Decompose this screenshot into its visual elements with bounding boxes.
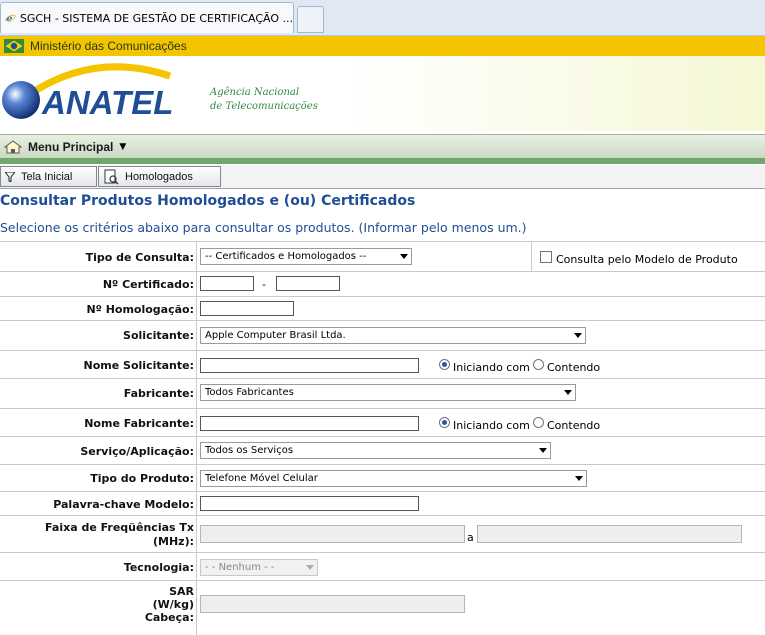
servico-label: Serviço/Aplicação: [80,445,194,458]
num-homologacao-input[interactable] [200,301,294,316]
num-homologacao-label: Nº Homologação: [86,303,194,316]
solicitante-value: Apple Computer Brasil Ltda. [205,330,346,341]
site-header: ANATEL Agência Nacional de Telecomunicaç… [0,56,765,131]
row-num-homologacao: Nº Homologação: [0,296,765,320]
sar-label-line3: Cabeça: [144,611,194,624]
nome-solicitante-contendo-label: Contendo [547,361,601,374]
tecnologia-value: - - Nenhum - - [205,562,275,573]
home-screen-label: Tela Inicial [21,170,73,183]
faixa-freq-label-line1: Faixa de Freqüências Tx [45,521,194,534]
num-certificado-input-1[interactable] [200,276,254,291]
faixa-freq-max-input[interactable] [477,525,742,543]
sar-label: SAR (W/kg) Cabeça: [0,585,196,624]
homologados-label: Homologados [125,170,193,183]
tipo-consulta-value: -- Certificados e Homologados -- [205,251,367,262]
page-title: Consultar Produtos Homologados e (ou) Ce… [0,193,416,209]
faixa-freq-separator: a [467,531,474,544]
nome-fabricante-contendo-radio[interactable] [533,417,544,428]
row-tipo-consulta: Tipo de Consulta: -- Certificados e Homo… [0,241,765,272]
agency-line-2: de Telecomunicações [210,101,318,112]
faixa-freq-min-input[interactable] [200,525,465,543]
chevron-down-icon [564,390,572,395]
row-faixa-frequencias: Faixa de Freqüências Tx (MHz): a [0,515,765,552]
agency-name: Agência Nacional de Telecomunicações [210,86,318,114]
sar-input[interactable] [200,595,465,613]
nome-solicitante-contendo-radio[interactable] [533,359,544,370]
row-servico: Serviço/Aplicação: Todos os Serviços [0,436,765,464]
main-menu[interactable]: Menu Principal ▼ [0,134,765,158]
filter-icon [5,171,15,182]
palavra-chave-label: Palavra-chave Modelo: [53,498,194,511]
consulta-modelo-label: Consulta pelo Modelo de Produto [556,253,738,266]
anatel-logo-text: ANATEL [41,84,173,121]
chevron-down-icon [574,333,582,338]
nome-fabricante-iniciando-radio[interactable] [439,417,450,428]
agency-line-1: Agência Nacional [210,87,300,98]
nome-fabricante-contendo-label: Contendo [547,419,601,432]
nome-solicitante-iniciando-radio[interactable] [439,359,450,370]
faixa-freq-label-line2: (MHz): [152,535,194,548]
ministry-bar: Ministério das Comunicações [0,36,765,56]
tecnologia-select[interactable]: - - Nenhum - - [200,559,318,576]
palavra-chave-input[interactable] [200,496,419,511]
tipo-consulta-select[interactable]: -- Certificados e Homologados -- [200,248,412,265]
chevron-down-icon [306,565,314,570]
home-screen-button[interactable]: Tela Inicial [0,166,97,187]
browser-tab-title: SGCH - SISTEMA DE GESTÃO DE CERTIFICAÇÃO… [19,11,293,25]
tecnologia-label: Tecnologia: [123,561,194,574]
row-nome-solicitante: Nome Solicitante: Iniciando com Contendo [0,350,765,378]
servico-select[interactable]: Todos os Serviços [200,442,551,459]
num-certificado-label: Nº Certificado: [102,278,194,291]
document-search-icon [104,169,119,185]
anatel-logo[interactable]: ANATEL [0,56,205,131]
chevron-down-icon [400,254,408,259]
nome-solicitante-iniciando-label: Iniciando com [453,361,530,374]
solicitante-label: Solicitante: [123,329,194,342]
home-icon [4,139,22,153]
consulta-modelo-checkbox[interactable] [540,251,552,263]
brazil-flag-icon [4,39,24,53]
row-solicitante: Solicitante: Apple Computer Brasil Ltda. [0,320,765,350]
menu-divider [0,158,765,164]
sar-label-line2: (W/kg) [152,598,194,611]
nome-solicitante-label: Nome Solicitante: [83,359,194,372]
chevron-down-icon [539,448,547,453]
tipo-produto-label: Tipo do Produto: [90,472,194,485]
nome-fabricante-iniciando-label: Iniciando com [453,419,530,432]
tipo-produto-value: Telefone Móvel Celular [205,473,318,484]
nome-solicitante-input[interactable] [200,358,419,373]
chevron-down-icon [575,476,583,481]
row-tipo-produto: Tipo do Produto: Telefone Móvel Celular [0,464,765,491]
nome-fabricante-label: Nome Fabricante: [84,417,194,430]
chevron-down-icon: ▼ [119,141,127,152]
num-certificado-separator: - [262,278,266,291]
nome-fabricante-input[interactable] [200,416,419,431]
servico-value: Todos os Serviços [205,445,294,456]
row-sar: SAR (W/kg) Cabeça: [0,580,765,635]
row-fabricante: Fabricante: Todos Fabricantes [0,378,765,408]
row-tecnologia: Tecnologia: - - Nenhum - - [0,552,765,580]
fabricante-value: Todos Fabricantes [205,387,294,398]
row-palavra-chave: Palavra-chave Modelo: [0,491,765,515]
new-tab-button[interactable] [297,6,324,33]
toolbar: Tela Inicial Homologados [0,165,765,189]
faixa-freq-label: Faixa de Freqüências Tx (MHz): [0,521,196,549]
main-menu-label: Menu Principal [28,139,114,154]
tipo-consulta-label: Tipo de Consulta: [85,251,194,264]
fabricante-select[interactable]: Todos Fabricantes [200,384,576,401]
sar-label-line1: SAR [169,585,194,598]
num-certificado-input-2[interactable] [276,276,340,291]
row-divider [531,242,532,272]
tipo-produto-select[interactable]: Telefone Móvel Celular [200,470,587,487]
browser-tab[interactable]: e SGCH - SISTEMA DE GESTÃO DE CERTIFICAÇ… [0,2,294,33]
row-num-certificado: Nº Certificado: - [0,271,765,296]
homologados-button[interactable]: Homologados [98,166,221,187]
browser-tab-strip: e SGCH - SISTEMA DE GESTÃO DE CERTIFICAÇ… [0,0,765,36]
ministry-label: Ministério das Comunicações [30,39,187,53]
page-subtitle: Selecione os critérios abaixo para consu… [0,220,527,235]
solicitante-select[interactable]: Apple Computer Brasil Ltda. [200,327,586,344]
row-nome-fabricante: Nome Fabricante: Iniciando com Contendo [0,408,765,436]
ie-icon: e [5,13,16,24]
fabricante-label: Fabricante: [123,387,194,400]
